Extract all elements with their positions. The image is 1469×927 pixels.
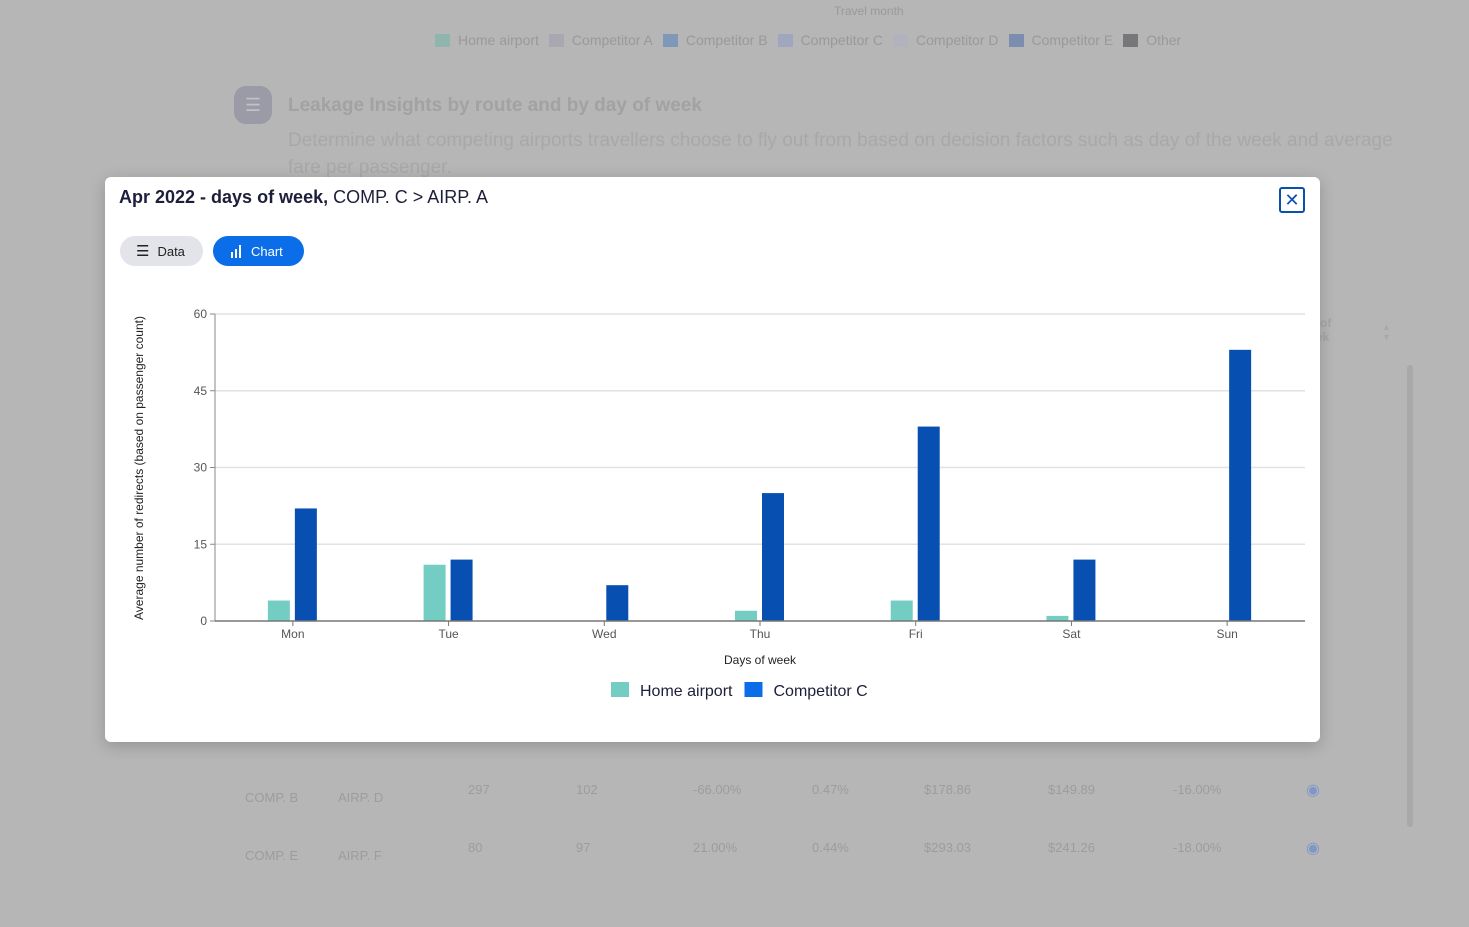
chart-modal: Apr 2022 - days of week, COMP. C > AIRP.… xyxy=(105,177,1320,742)
section-icon: ☰ xyxy=(234,86,272,124)
eye-icon[interactable]: ◉ xyxy=(1306,838,1320,858)
legend-label: Competitor A xyxy=(571,32,653,48)
y-tick-label: 15 xyxy=(194,537,208,551)
bar-competitor-c-fri xyxy=(917,426,940,621)
x-tick-label: Mon xyxy=(281,627,304,641)
sort-icon[interactable]: ▲ ▼ xyxy=(1382,322,1391,342)
x-axis-label: Days of week xyxy=(724,653,797,667)
table-cell: COMP. E xyxy=(245,848,299,863)
bar-competitor-c-sat xyxy=(1073,559,1096,621)
bg-legend-item: Competitor C xyxy=(777,32,884,48)
bg-legend-item: Competitor B xyxy=(662,32,768,48)
table-cell: $149.89 xyxy=(1048,782,1095,797)
bar-home-airport-mon xyxy=(267,600,290,621)
y-tick-label: 60 xyxy=(194,307,208,321)
legend-swatch xyxy=(1123,33,1139,47)
section-title: Leakage Insights by route and by day of … xyxy=(288,95,702,116)
legend-swatch xyxy=(1008,33,1024,47)
table-cell: 80 xyxy=(468,840,483,855)
legend-swatch xyxy=(777,33,793,47)
table-cell: 297 xyxy=(468,782,490,797)
table-cell: 0.47% xyxy=(812,782,849,797)
bar-home-airport-thu xyxy=(735,610,757,621)
table-cell: 97 xyxy=(576,840,591,855)
bar-home-airport-sat xyxy=(1046,615,1069,621)
bg-legend-item: Other xyxy=(1123,32,1181,48)
table-cell: AIRP. D xyxy=(338,790,384,805)
legend-swatch xyxy=(548,33,564,47)
table-cell: 102 xyxy=(576,782,598,797)
scrollbar[interactable] xyxy=(1407,365,1413,827)
table-cell: $178.86 xyxy=(924,782,971,797)
bg-legend-title: Travel month xyxy=(834,4,904,18)
bar-competitor-c-tue xyxy=(450,559,473,621)
table-cell: $241.26 xyxy=(1048,840,1095,855)
bg-legend-item: Home airport xyxy=(435,32,539,48)
legend-label: Other xyxy=(1146,32,1182,48)
eye-icon[interactable]: ◉ xyxy=(1306,780,1320,800)
y-tick-label: 30 xyxy=(194,461,208,475)
table-cell: COMP. B xyxy=(245,790,299,805)
x-tick-label: Wed xyxy=(592,627,616,641)
table-cell: 0.44% xyxy=(812,840,849,855)
bar-chart: 0 15 30 45 60 Mon Tue Wed Thu Fri Sat Sun Days of we… xyxy=(132,307,1305,700)
legend-label: Home airport xyxy=(458,32,539,48)
bar-competitor-c-wed xyxy=(606,585,629,621)
bg-legend-item: Competitor E xyxy=(1008,32,1114,48)
y-tick-label: 45 xyxy=(194,384,208,398)
bar-home-airport-fri xyxy=(890,600,913,621)
bar-competitor-c-mon xyxy=(294,508,317,621)
bar-competitor-c-sun xyxy=(1229,349,1252,621)
y-axis-label: Average number of redirects (based on pa… xyxy=(132,316,146,620)
legend-label: Competitor E xyxy=(1031,32,1114,48)
legend-swatch xyxy=(744,682,763,697)
table-cell: 21.00% xyxy=(693,840,738,855)
table-cell: -16.00% xyxy=(1173,782,1222,797)
legend-label: Competitor C xyxy=(773,683,867,700)
table-cell: $293.03 xyxy=(924,840,971,855)
legend-label: Competitor B xyxy=(685,32,768,48)
section-description: Determine what competing airports travel… xyxy=(288,130,1393,178)
bg-legend-item: Competitor A xyxy=(548,32,653,48)
bar-home-airport-tue xyxy=(423,564,446,621)
legend-swatch xyxy=(662,33,678,47)
x-tick-label: Tue xyxy=(438,627,459,641)
x-tick-label: Sun xyxy=(1216,627,1237,641)
x-tick-label: Sat xyxy=(1062,627,1081,641)
bar-competitor-c-thu xyxy=(762,493,784,621)
legend-label: Competitor C xyxy=(800,32,884,48)
legend-swatch xyxy=(435,33,450,47)
x-tick-label: Thu xyxy=(750,627,771,641)
table-cell: -18.00% xyxy=(1173,840,1222,855)
table-cell: AIRP. F xyxy=(338,848,382,863)
legend-label: Home airport xyxy=(640,683,733,700)
x-tick-label: Fri xyxy=(909,627,923,641)
legend-label: Competitor D xyxy=(916,32,999,48)
bg-legend-item: Competitor D xyxy=(893,32,999,48)
legend-swatch xyxy=(611,682,629,697)
table-cell: -66.00% xyxy=(693,782,742,797)
bg-legend: Home airport Competitor A Competitor B Comp… xyxy=(435,32,1181,48)
legend-swatch xyxy=(893,33,909,47)
y-tick-label: 0 xyxy=(200,614,207,628)
